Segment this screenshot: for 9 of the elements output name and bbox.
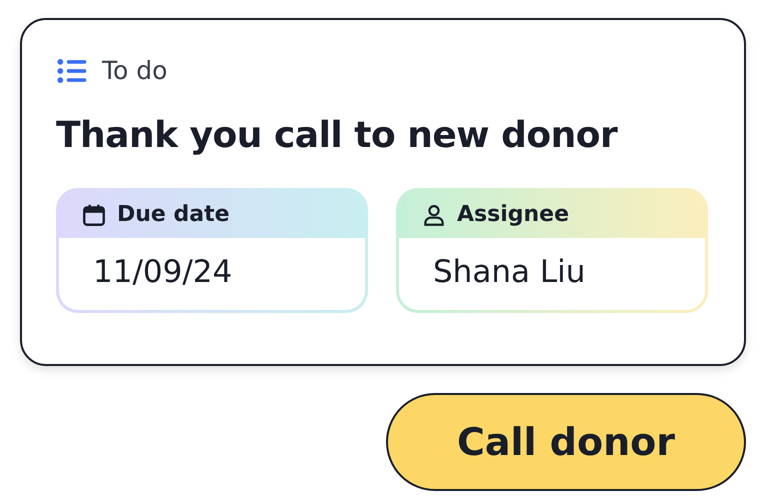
category-label: To do (102, 56, 168, 85)
calendar-icon (81, 202, 107, 228)
field-label: Assignee (457, 202, 570, 227)
field-value: Shana Liu (432, 253, 586, 290)
field-label: Due date (117, 202, 230, 227)
call-button[interactable]: Call donor (386, 393, 746, 491)
task-title: Thank you call to new donor (56, 115, 619, 156)
list-icon (56, 58, 88, 84)
field-value: 11/09/24 (92, 253, 234, 290)
